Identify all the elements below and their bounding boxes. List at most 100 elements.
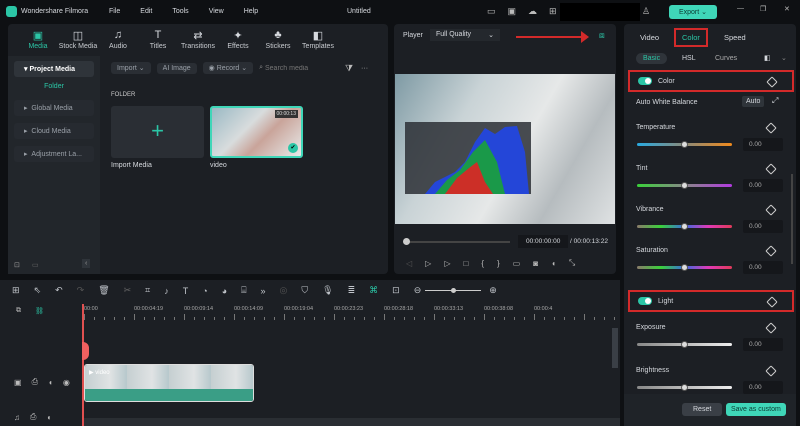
render-icon[interactable]: ◎ <box>280 285 288 296</box>
lock-icon[interactable]: ⎙ <box>32 377 38 387</box>
tab-speed[interactable]: Speed <box>724 33 746 42</box>
video-clip-thumbnail[interactable]: 00:00:13 ✔ <box>210 106 303 158</box>
new-folder-icon[interactable]: ⊡ <box>14 261 20 269</box>
adjust-slider[interactable] <box>637 341 732 348</box>
export-button[interactable]: Export ⌄ <box>669 5 717 19</box>
playhead-handle[interactable] <box>82 342 89 360</box>
mark-out-icon[interactable]: } <box>497 259 500 268</box>
auto-button[interactable]: Auto <box>742 96 765 107</box>
audio-mix-icon[interactable]: ≣ <box>348 285 356 296</box>
folder-icon[interactable]: ▭ <box>32 261 39 269</box>
link-icon[interactable]: ⛓ <box>35 307 44 315</box>
tab-transitions[interactable]: ⇄ Transitions <box>178 29 218 50</box>
chevron-down-icon[interactable]: ⌄ <box>781 54 787 62</box>
scopes-icon[interactable]: ⧈ <box>599 30 605 41</box>
keyframe-icon[interactable] <box>766 76 778 88</box>
color-toggle[interactable] <box>638 77 652 85</box>
collapse-sidebar-icon[interactable]: ‹ <box>82 259 91 268</box>
slider-knob[interactable] <box>681 341 688 348</box>
color-palette-icon[interactable]: ◕ <box>222 286 227 296</box>
zoom-out-icon[interactable]: ⊖ <box>414 285 422 296</box>
playback-progress[interactable] <box>403 238 510 245</box>
sidebar-item-cloud-media[interactable]: ▸ Cloud Media <box>14 123 94 139</box>
tab-templates[interactable]: ◧ Templates <box>298 29 338 50</box>
slider-knob[interactable] <box>681 264 688 271</box>
volume-icon[interactable]: ◖ <box>551 259 556 268</box>
light-section-header[interactable]: Light <box>628 290 794 312</box>
ai-image-button[interactable]: AI Image <box>156 62 197 74</box>
keyframe-icon[interactable] <box>765 245 777 257</box>
stop-icon[interactable]: □ <box>463 259 468 268</box>
menu-file[interactable]: File <box>109 8 120 15</box>
redo-icon[interactable]: ↷ <box>77 285 85 296</box>
tab-video[interactable]: Video <box>640 33 659 42</box>
slider-value[interactable]: 0.00 <box>743 138 783 151</box>
tab-color[interactable]: Color <box>674 28 708 47</box>
slider-knob[interactable] <box>681 223 688 230</box>
slider-knob[interactable] <box>681 141 688 148</box>
subtab-basic[interactable]: Basic <box>636 53 668 64</box>
keyframe-icon[interactable] <box>765 163 777 175</box>
play-icon[interactable]: ▷ <box>444 259 450 268</box>
minimize-icon[interactable]: — <box>737 5 744 12</box>
slider-value[interactable]: 0.00 <box>743 261 783 274</box>
adjust-slider[interactable] <box>637 223 732 230</box>
timeline-video-clip[interactable]: ▶ video <box>84 364 254 402</box>
slider-value[interactable]: 0.00 <box>743 381 783 394</box>
time-ruler[interactable]: 00:00 00:00:04:19 00:00:09:14 00:00:14:09 00… <box>84 304 620 324</box>
timeline-scrollbar[interactable] <box>612 328 618 368</box>
undo-icon[interactable]: ↶ <box>55 285 63 296</box>
tab-stickers[interactable]: ♣ Stickers <box>258 29 298 50</box>
import-dropdown[interactable]: Import ⌄ <box>111 62 151 74</box>
keyframe-icon[interactable] <box>765 204 777 216</box>
record-dropdown[interactable]: ◉ Record ⌄ <box>202 62 254 74</box>
microphone-icon[interactable]: 🎙 <box>322 285 333 296</box>
filter-icon[interactable]: ⧩ <box>345 63 353 74</box>
keyframe-icon[interactable] <box>765 122 777 134</box>
marker-icon[interactable]: ⛉ <box>301 285 308 296</box>
project-media-item[interactable]: ▾ Project Media <box>14 61 94 77</box>
light-toggle[interactable] <box>638 297 652 305</box>
snap-icon[interactable]: ⌘ <box>369 285 378 296</box>
sidebar-item-global-media[interactable]: ▸ Global Media <box>14 100 94 116</box>
select-tool-icon[interactable]: ⇖ <box>34 285 42 296</box>
mark-in-icon[interactable]: { <box>481 259 484 268</box>
folder-item[interactable]: Folder <box>8 83 100 90</box>
fullscreen-icon[interactable]: ⤡ <box>569 258 575 268</box>
cloud-icon[interactable]: ☁ <box>528 6 537 17</box>
eye-icon[interactable]: ◉ <box>63 378 70 387</box>
lock-icon[interactable]: ⎙ <box>30 412 36 422</box>
playhead-knob[interactable] <box>403 238 410 245</box>
sidebar-item-adjustment-layer[interactable]: ▸ Adjustment La... <box>14 146 94 162</box>
save-icon[interactable]: ▣ <box>508 6 517 17</box>
subtab-hsl[interactable]: HSL <box>682 55 696 62</box>
zoom-slider[interactable] <box>425 288 482 293</box>
save-as-custom-button[interactable]: Save as custom <box>726 403 786 416</box>
adjust-slider[interactable] <box>637 384 732 391</box>
scrollbar[interactable] <box>791 174 793 264</box>
tab-effects[interactable]: ✦ Effects <box>218 29 258 50</box>
adjust-slider[interactable] <box>637 141 732 148</box>
tab-titles[interactable]: T Titles <box>138 29 178 50</box>
audio-stretch-icon[interactable]: ♪ <box>164 286 169 296</box>
color-section-header[interactable]: Color <box>628 70 794 92</box>
slider-value[interactable]: 0.00 <box>743 338 783 351</box>
play-frame-icon[interactable]: ▷ <box>425 259 431 268</box>
mute-icon[interactable]: ◖ <box>46 413 51 422</box>
mute-icon[interactable]: ◖ <box>48 378 53 387</box>
tab-media[interactable]: ▣ Media <box>18 29 58 50</box>
layout-icon[interactable]: ▭ <box>487 6 496 17</box>
import-media-tile[interactable]: + <box>111 106 204 158</box>
tab-audio[interactable]: ♫ Audio <box>98 29 138 50</box>
text-icon[interactable]: T <box>183 286 189 296</box>
add-track-icon[interactable]: ⧉ <box>16 307 21 315</box>
more-tools-icon[interactable]: » <box>261 286 266 296</box>
menu-view[interactable]: View <box>209 8 224 15</box>
delete-icon[interactable]: 🗑 <box>98 285 109 296</box>
menu-help[interactable]: Help <box>244 8 258 15</box>
menu-tools[interactable]: Tools <box>172 8 188 15</box>
account-icon[interactable]: ♙ <box>642 6 650 17</box>
display-icon[interactable]: ▭ <box>513 259 521 268</box>
reset-button[interactable]: Reset <box>682 403 723 416</box>
search-input[interactable] <box>265 64 335 72</box>
